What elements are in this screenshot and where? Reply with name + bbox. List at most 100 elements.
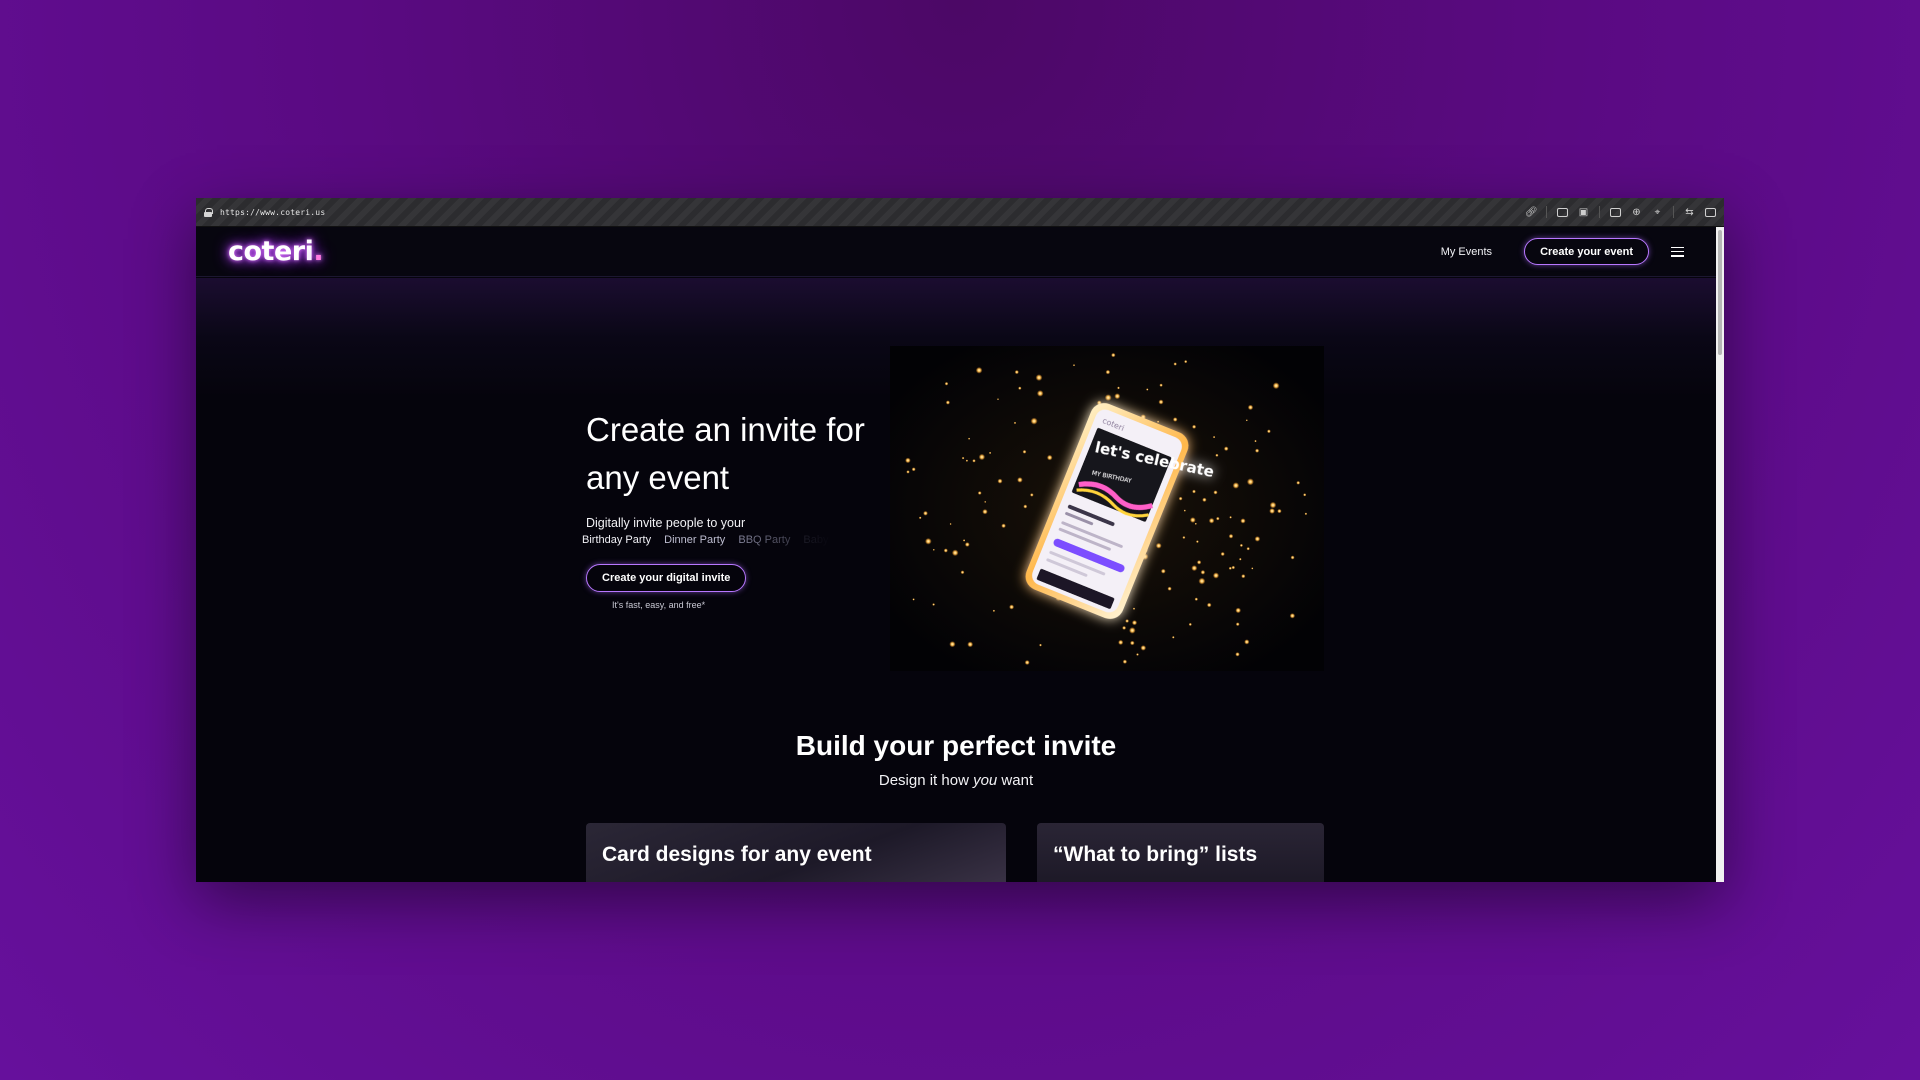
sparkle [968,437,971,440]
sparkle [1215,453,1219,457]
sparkle [1104,394,1112,401]
feature-card-bring-lists[interactable]: “What to bring” lists [1037,823,1324,882]
cta-note: It's fast, easy, and free* [612,600,706,610]
page-scrollbar[interactable] [1716,227,1724,882]
sparkle [1269,501,1277,509]
hero-title: Create an invite for any event [586,411,865,496]
sparkle [1132,607,1136,610]
sparkle [1184,360,1188,364]
event-type-item: BBQ Party [738,534,791,546]
sparkle [1114,393,1121,400]
sparkle [962,539,966,542]
sparkle [1039,643,1042,647]
sparkle [1140,645,1147,651]
phone-illustration: coteri let's celebrate MY BIRTHDAY [890,346,1324,671]
sparkle [977,491,982,495]
toolbar-separator [1599,206,1600,218]
link-icon[interactable]: 🔗︎ [1525,207,1538,217]
sparkle [960,570,965,575]
create-event-button[interactable]: Create your event [1524,238,1649,265]
sparkle [997,398,999,401]
sparkle [1035,374,1043,381]
target-icon[interactable]: ⌖ [1652,207,1663,217]
sparkle [1046,454,1053,461]
sparkle [1254,439,1257,443]
sparkle [906,470,910,474]
sparkle [1212,435,1216,439]
globe-icon[interactable]: ⊕ [1631,207,1642,217]
sparkle [992,609,996,612]
sparkle [932,603,935,606]
toolbar-separator [1673,206,1674,218]
sparkle [1229,516,1232,519]
sparkle [988,451,992,455]
sparkle [1220,551,1225,557]
sparkle [1172,417,1178,422]
sparkle [1251,567,1254,570]
coteri-logo[interactable]: coteri. [228,236,324,267]
window-icon[interactable] [1557,207,1568,217]
sparkle [1246,547,1250,551]
sparkle [1167,586,1172,591]
sparkle [1122,659,1128,664]
sparkle [997,478,1003,484]
sparkle [1208,517,1215,524]
url-bar[interactable]: https://www.coteri.us [220,208,325,217]
feature-card-designs[interactable]: Card designs for any event [586,823,1006,882]
toolbar-separator [1546,206,1547,218]
event-type-item: Birthday Party [582,534,652,546]
sparkle [964,542,970,547]
sparkle [1196,560,1202,565]
sparkle [1239,557,1242,561]
sparkle [1117,386,1120,390]
sparkle [1125,619,1129,623]
sparkle [1216,516,1220,521]
sparkle [984,500,987,503]
hero-subtitle: Digitally invite people to your [586,516,746,530]
sparkle [1072,364,1076,367]
sparkle [1036,390,1044,397]
sparkle [1244,639,1250,645]
create-invite-button[interactable]: Create your digital invite [586,564,747,592]
terminal-icon[interactable] [1610,207,1621,217]
sparkle [1018,386,1022,390]
sparkle [1235,622,1240,627]
sparkle [1172,636,1175,639]
sparkle [982,509,988,515]
features-title: Build your perfect invite [795,730,1117,761]
sparkle [1196,540,1199,543]
sparkle [1182,536,1186,539]
sparkle [1146,388,1149,391]
sparkle [1194,522,1197,525]
sparkle [945,400,950,405]
sparkle [1194,597,1198,601]
sparkle [1192,424,1197,429]
sparkle [1246,478,1254,486]
sparkle [1189,517,1196,523]
sparkle [1173,362,1177,366]
sparkle [1009,604,1015,610]
sparkle [1111,352,1116,358]
scrollbar-thumb[interactable] [1718,230,1722,355]
sparkle [1122,625,1127,630]
sparkle [1296,480,1301,485]
code-icon[interactable]: ⇆ [1684,207,1695,217]
sparkle [1030,493,1034,497]
sparkle [943,548,948,553]
sparkle [1241,574,1246,579]
sparkle [1131,620,1138,626]
camera-icon[interactable]: ▣ [1578,207,1589,217]
sparkle [1017,477,1023,483]
sparkle [932,548,935,551]
sparkle [951,549,959,557]
sparkle [905,457,911,464]
sparkle [1191,565,1198,572]
menu-icon[interactable] [1671,246,1684,257]
sparkle [1198,577,1206,585]
split-view-icon[interactable] [1705,207,1716,217]
my-events-link[interactable]: My Events [1441,246,1492,258]
sparkle [1183,509,1186,512]
browser-toolbar: https://www.coteri.us 🔗︎ ▣ ⊕ ⌖ ⇆ [196,198,1724,227]
sparkle [961,456,965,460]
sparkle [967,641,974,648]
